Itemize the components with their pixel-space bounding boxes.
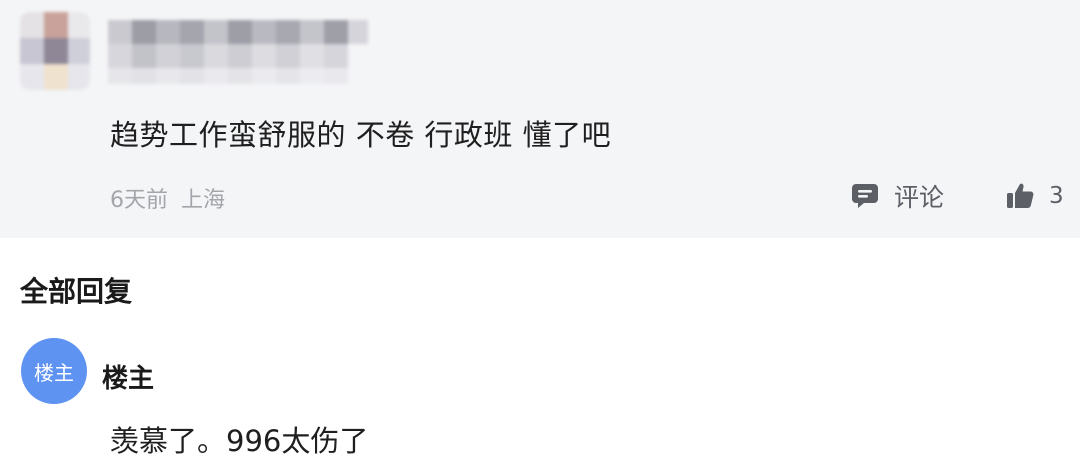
comment-meta: 6天前 上海 xyxy=(110,182,225,214)
redacted-avatar[interactable] xyxy=(20,12,90,90)
redacted-user-header xyxy=(20,12,380,92)
thumbs-up-icon xyxy=(1005,181,1035,211)
reply-label: 评论 xyxy=(894,183,945,212)
reply-button[interactable]: 评论 xyxy=(850,177,944,215)
avatar[interactable]: 楼主 xyxy=(21,338,87,404)
comment-card: 趋势工作蛮舒服的 不卷 行政班 懂了吧 6天前 上海 评论 3 xyxy=(0,0,1080,238)
comment-location: 上海 xyxy=(181,188,226,213)
reply-text: 羡慕了。996太伤了 xyxy=(110,424,369,458)
redacted-username xyxy=(108,20,376,86)
comment-icon xyxy=(850,181,880,211)
comment-time: 6天前 xyxy=(110,188,168,213)
reply-author-name[interactable]: 楼主 xyxy=(102,358,154,395)
all-replies-title: 全部回复 xyxy=(20,275,133,308)
comment-text: 趋势工作蛮舒服的 不卷 行政班 懂了吧 xyxy=(110,118,612,152)
like-count: 3 xyxy=(1049,183,1064,209)
like-button[interactable]: 3 xyxy=(1005,177,1064,215)
